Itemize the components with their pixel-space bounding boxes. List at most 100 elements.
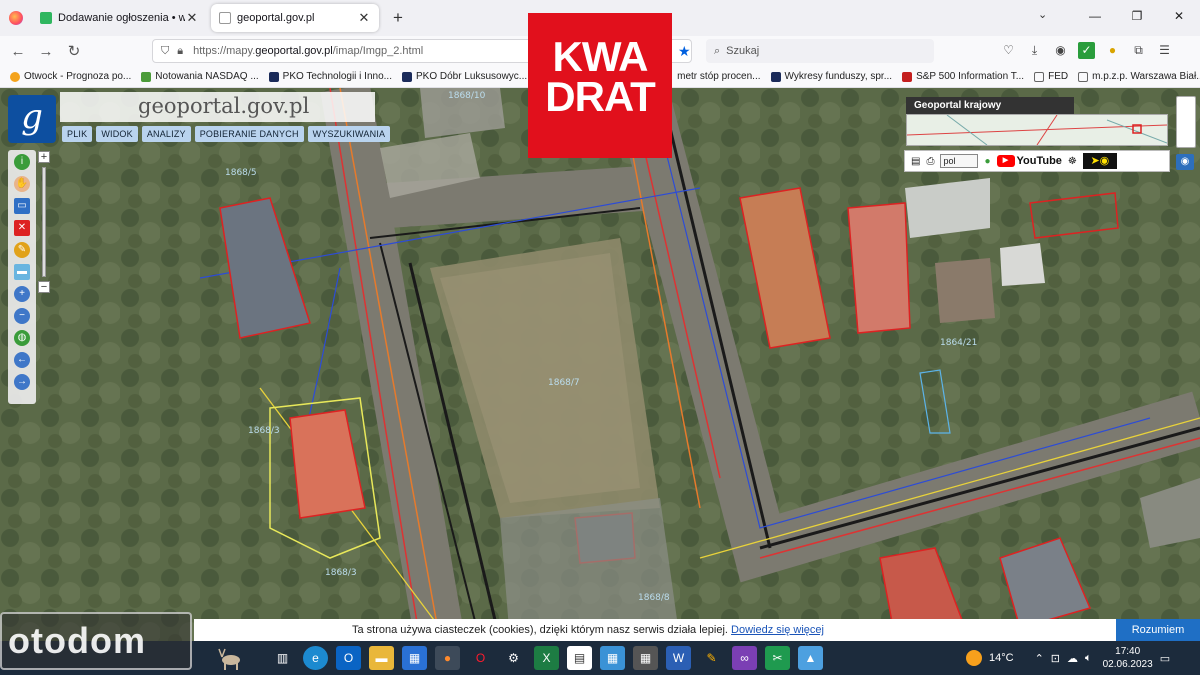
calendar-icon[interactable]: ▦ bbox=[600, 646, 625, 670]
close-tab-icon[interactable]: ✕ bbox=[357, 10, 371, 26]
outlook-icon[interactable]: O bbox=[336, 646, 361, 670]
menu-analizy[interactable]: ANALIZY bbox=[141, 126, 191, 142]
bookmark-label: m.p.z.p. Warszawa Biał... bbox=[1092, 71, 1200, 82]
word-icon[interactable]: W bbox=[666, 646, 691, 670]
cloud-icon[interactable]: ☁ bbox=[1067, 652, 1078, 665]
paint-icon[interactable]: ✎ bbox=[699, 646, 724, 670]
new-tab-icon[interactable]: + bbox=[385, 8, 411, 28]
measure-ruler-icon[interactable]: ▬ bbox=[14, 264, 30, 280]
tab-dodawanie-ogloszenia[interactable]: Dodawanie ogłoszenia • www.o ✕ bbox=[32, 4, 207, 32]
snipping-tool-icon[interactable]: ✂ bbox=[765, 646, 790, 670]
network-icon[interactable]: ⊡ bbox=[1051, 652, 1060, 665]
close-window-icon[interactable]: ✕ bbox=[1158, 0, 1200, 32]
forward-arrow-icon[interactable]: → bbox=[32, 43, 60, 60]
cookie-learn-more-link[interactable]: Dowiedz się więcej bbox=[731, 624, 824, 636]
bookmark-star-icon[interactable]: ★ bbox=[678, 43, 691, 60]
menu-pobieranie-danych[interactable]: POBIERANIE DANYCH bbox=[194, 126, 304, 142]
menu-plik[interactable]: PLIK bbox=[62, 126, 93, 142]
bookmark-folder[interactable]: FED bbox=[1034, 71, 1068, 82]
otodom-watermark: otodom bbox=[0, 612, 192, 670]
calculator-icon[interactable]: ▦ bbox=[633, 646, 658, 670]
teams-icon[interactable]: ∞ bbox=[732, 646, 757, 670]
zoom-slider[interactable]: + − bbox=[38, 151, 52, 299]
contrast-eye-icon[interactable]: ➤◉ bbox=[1082, 153, 1117, 169]
store-icon[interactable]: ▦ bbox=[402, 646, 427, 670]
menu-hamburger-icon[interactable]: ☰ bbox=[1156, 42, 1173, 59]
edge-icon[interactable]: e bbox=[303, 646, 328, 670]
close-tab-icon[interactable]: ✕ bbox=[185, 10, 199, 26]
map-viewport[interactable]: 1868/10 1868/5 1868/7 1868/3 1868/8 1864… bbox=[0, 88, 1200, 641]
zoom-in-icon[interactable]: + bbox=[14, 286, 30, 302]
weather-sun-icon[interactable] bbox=[966, 650, 982, 666]
visibility-eye-icon[interactable]: ◉ bbox=[1176, 154, 1194, 170]
help-icon[interactable]: ● bbox=[984, 156, 990, 167]
lock-icon[interactable]: 🔒︎ bbox=[177, 45, 183, 58]
settings-gear-icon[interactable]: ⚙ bbox=[501, 646, 526, 670]
zoom-box-icon[interactable]: ▭ bbox=[14, 198, 30, 214]
shield-icon[interactable]: ⛉ bbox=[161, 45, 169, 58]
next-view-arrow-icon[interactable]: → bbox=[14, 374, 30, 390]
accessibility-icon[interactable]: ☸ bbox=[1068, 156, 1077, 167]
firefox-taskbar-icon[interactable]: ● bbox=[435, 646, 460, 670]
printer-icon[interactable]: ⎙ bbox=[926, 156, 934, 167]
zoom-plus-button[interactable]: + bbox=[38, 151, 50, 163]
bookmark-item[interactable]: metr stóp procen... bbox=[677, 71, 760, 82]
zoom-out-icon[interactable]: − bbox=[14, 308, 30, 324]
menu-widok[interactable]: WIDOK bbox=[96, 126, 138, 142]
minimize-icon[interactable]: — bbox=[1074, 0, 1116, 32]
temperature[interactable]: 14°C bbox=[989, 652, 1014, 664]
bookmark-item[interactable]: Notowania NASDAQ ... bbox=[141, 71, 259, 82]
opera-icon[interactable]: O bbox=[468, 646, 493, 670]
deer-widget-icon[interactable] bbox=[215, 645, 245, 671]
firefox-logo-icon[interactable] bbox=[9, 11, 23, 25]
minimap-toggle[interactable] bbox=[1176, 96, 1196, 148]
close-box-icon[interactable]: ✕ bbox=[14, 220, 30, 236]
task-view-icon[interactable]: ▥ bbox=[270, 646, 295, 670]
otodom-favicon-icon bbox=[40, 12, 52, 24]
geoportal-logo-icon[interactable]: g bbox=[8, 95, 56, 143]
search-input[interactable]: ⌕ Szukaj bbox=[706, 39, 934, 63]
bookmark-item[interactable]: S&P 500 Information T... bbox=[902, 71, 1024, 82]
cookie-accept-button[interactable]: Rozumiem bbox=[1116, 619, 1200, 641]
draw-pencil-icon[interactable]: ✎ bbox=[14, 242, 30, 258]
bookmark-item[interactable]: Otwock - Prognoza po... bbox=[10, 71, 131, 82]
zoom-minus-button[interactable]: − bbox=[38, 281, 50, 293]
notepad-icon[interactable]: ▤ bbox=[567, 646, 592, 670]
pan-hand-icon[interactable]: ✋ bbox=[14, 176, 30, 192]
print-icon[interactable]: ▤ bbox=[911, 156, 920, 167]
extension-yellow-icon[interactable]: ● bbox=[1104, 42, 1121, 59]
account-icon[interactable]: ◉ bbox=[1052, 42, 1069, 59]
tray-overflow-icon[interactable]: ⌃ bbox=[1035, 652, 1044, 665]
bookmark-item[interactable]: PKO Technologii i Inno... bbox=[268, 71, 392, 82]
reload-icon[interactable]: ↻ bbox=[60, 42, 88, 60]
youtube-link[interactable]: ▶ YouTube bbox=[996, 155, 1062, 167]
list-all-tabs-icon[interactable]: ⌄ bbox=[1038, 8, 1047, 21]
toolbar-extensions: ♡ ⤓ ◉ ✓ ● ⧉ ☰ bbox=[1000, 42, 1173, 59]
info-icon[interactable]: i bbox=[14, 154, 30, 170]
previous-view-arrow-icon[interactable]: ← bbox=[14, 352, 30, 368]
bookmark-label: PKO Dóbr Luksusowyc... bbox=[415, 71, 528, 82]
parcel-label: 1868/10 bbox=[448, 91, 486, 101]
overview-minimap[interactable] bbox=[906, 114, 1168, 146]
excel-icon[interactable]: X bbox=[534, 646, 559, 670]
file-explorer-icon[interactable]: ▬ bbox=[369, 646, 394, 670]
downloads-icon[interactable]: ⤓ bbox=[1026, 42, 1043, 59]
photos-icon[interactable]: ▲ bbox=[798, 646, 823, 670]
bookmark-item[interactable]: Wykresy funduszy, spr... bbox=[770, 71, 892, 82]
extension-check-icon[interactable]: ✓ bbox=[1078, 42, 1095, 59]
zoom-track[interactable] bbox=[42, 167, 46, 277]
bookmark-folder[interactable]: m.p.z.p. Warszawa Biał... bbox=[1078, 71, 1200, 82]
clock[interactable]: 17:40 02.06.2023 bbox=[1103, 645, 1153, 671]
youtube-play-icon: ▶ bbox=[996, 155, 1015, 167]
menu-wyszukiwania[interactable]: WYSZUKIWANIA bbox=[307, 126, 391, 142]
back-arrow-icon[interactable]: ← bbox=[4, 43, 32, 60]
pocket-icon[interactable]: ♡ bbox=[1000, 42, 1017, 59]
bookmark-item[interactable]: PKO Dóbr Luksusowyc... bbox=[401, 71, 528, 82]
globe-icon[interactable]: ◍ bbox=[14, 330, 30, 346]
tab-geoportal[interactable]: geoportal.gov.pl ✕ bbox=[211, 4, 379, 32]
extensions-puzzle-icon[interactable]: ⧉ bbox=[1130, 42, 1147, 59]
volume-icon[interactable]: 🔈︎ bbox=[1085, 652, 1092, 665]
restore-icon[interactable]: ❐ bbox=[1116, 0, 1158, 32]
language-select[interactable]: pol bbox=[940, 154, 979, 168]
notifications-icon[interactable]: ▭ bbox=[1160, 652, 1170, 665]
